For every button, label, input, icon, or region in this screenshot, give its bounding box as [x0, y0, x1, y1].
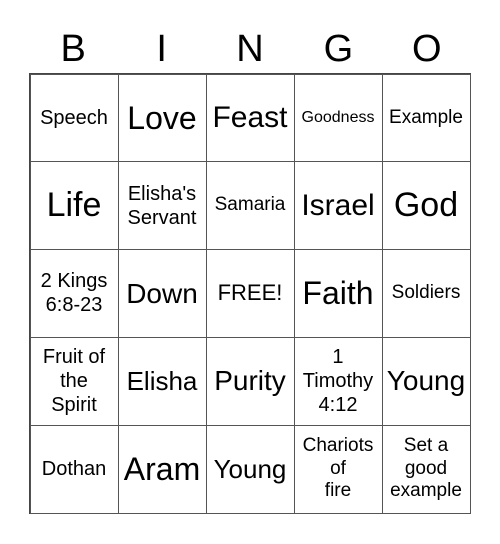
- header-letter: N: [236, 28, 264, 70]
- bingo-cell[interactable]: 1 Timothy 4:12: [293, 336, 383, 426]
- bingo-cell[interactable]: Example: [381, 73, 471, 163]
- header-letter: B: [60, 28, 86, 70]
- bingo-cell[interactable]: Samaria: [205, 161, 295, 251]
- header-letter: I: [156, 28, 167, 70]
- bingo-cell[interactable]: Elisha: [117, 336, 207, 426]
- bingo-cell[interactable]: Elisha's Servant: [117, 161, 207, 251]
- header-letter: O: [412, 28, 442, 70]
- bingo-cell[interactable]: Speech: [29, 73, 119, 163]
- free-space-cell[interactable]: FREE!: [205, 249, 295, 338]
- bingo-cell[interactable]: Soldiers: [381, 249, 471, 338]
- bingo-cell[interactable]: Faith: [293, 249, 383, 338]
- bingo-cell[interactable]: Down: [117, 249, 207, 338]
- bingo-cell[interactable]: Goodness: [293, 73, 383, 163]
- bingo-cell[interactable]: Aram: [117, 424, 207, 514]
- bingo-cell[interactable]: Love: [117, 73, 207, 163]
- bingo-cell[interactable]: Life: [29, 161, 119, 251]
- bingo-cell[interactable]: Dothan: [29, 424, 119, 514]
- bingo-cell[interactable]: Young: [205, 424, 295, 514]
- bingo-cell[interactable]: Fruit of the Spirit: [29, 336, 119, 426]
- bingo-cell[interactable]: 2 Kings 6:8-23: [29, 249, 119, 338]
- header-letter: G: [323, 28, 354, 70]
- bingo-header: BINGO: [29, 26, 471, 72]
- bingo-cell[interactable]: Feast: [205, 73, 295, 163]
- bingo-cell[interactable]: Israel: [293, 161, 383, 251]
- bingo-cell[interactable]: God: [381, 161, 471, 251]
- bingo-cell[interactable]: Chariots of fire: [293, 424, 383, 514]
- bingo-grid: Speech Love Feast Goodness Example Life Elisha…: [29, 73, 471, 514]
- bingo-cell[interactable]: Purity: [205, 336, 295, 426]
- bingo-cell[interactable]: Young: [381, 336, 471, 426]
- bingo-cell[interactable]: Set a good example: [381, 424, 471, 514]
